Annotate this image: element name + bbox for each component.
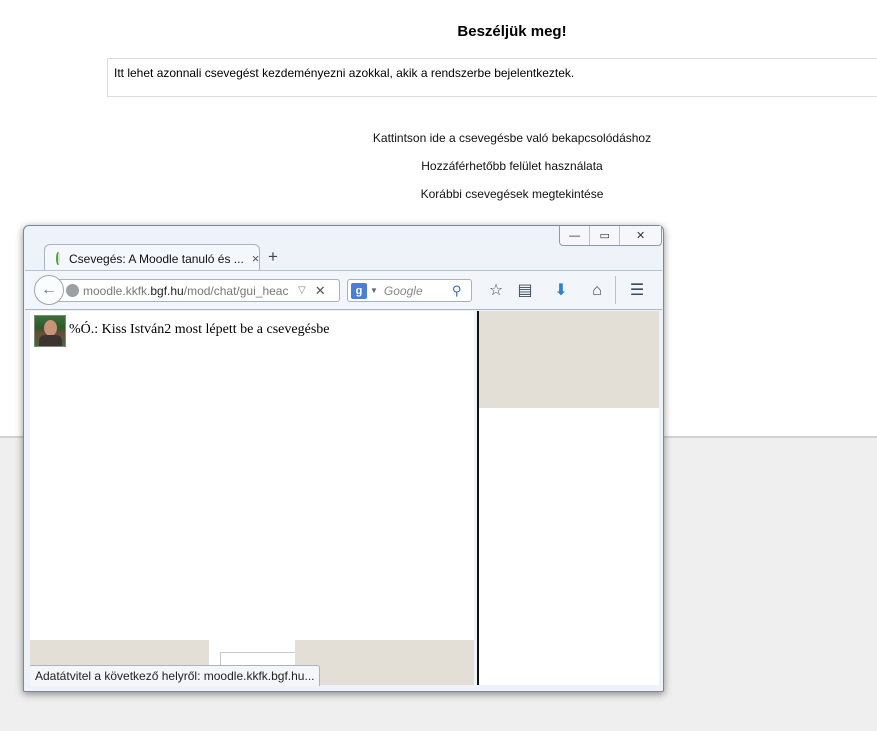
- url-bar[interactable]: moodle.kkfk.bgf.hu/mod/chat/gui_heac ▽ ✕: [58, 279, 340, 302]
- past-sessions-link[interactable]: Korábbi csevegések megtekintése: [290, 187, 734, 201]
- intro-text: Itt lehet azonnali csevegést kezdeményez…: [114, 66, 575, 80]
- browser-tab[interactable]: Csevegés: A Moodle tanuló és ... ×: [44, 244, 260, 272]
- engine-dropdown-icon[interactable]: ▼: [370, 286, 378, 295]
- maximize-button[interactable]: ▭: [590, 226, 621, 245]
- join-chat-link[interactable]: Kattintson ide a csevegésbe való bekapcs…: [290, 131, 734, 145]
- users-pane: [479, 311, 659, 685]
- loading-spinner-icon: [56, 252, 60, 265]
- back-arrow-icon: ←: [41, 281, 57, 298]
- hamburger-menu-icon[interactable]: ☰: [627, 281, 647, 301]
- minimize-button[interactable]: —: [560, 226, 591, 245]
- intro-box: Itt lehet azonnali csevegést kezdeményez…: [107, 58, 877, 97]
- back-button[interactable]: ←: [34, 275, 64, 305]
- status-bar: Adatátvitel a következő helyről: moodle.…: [30, 665, 321, 686]
- chat-messages-pane: %Ó.: Kiss István2 most lépett be a cseve…: [30, 311, 474, 685]
- chat-message: %Ó.: Kiss István2 most lépett be a cseve…: [69, 322, 330, 337]
- users-pane-header: [479, 311, 659, 408]
- search-icon[interactable]: ⚲: [452, 283, 462, 299]
- new-tab-button[interactable]: +: [264, 246, 282, 268]
- globe-icon: [66, 284, 79, 297]
- avatar-body: [39, 335, 62, 346]
- search-input[interactable]: Google: [384, 284, 452, 298]
- page-title: Beszéljük meg!: [457, 23, 567, 40]
- navigation-toolbar: moodle.kkfk.bgf.hu/mod/chat/gui_heac ▽ ✕…: [25, 270, 662, 310]
- toolbar-divider: [615, 276, 616, 304]
- home-icon[interactable]: ⌂: [587, 281, 607, 301]
- avatar-head: [44, 320, 57, 336]
- accessible-interface-link[interactable]: Hozzáférhetőbb felület használata: [290, 159, 734, 173]
- close-window-button[interactable]: ✕: [620, 226, 661, 245]
- download-arrow-icon[interactable]: ⬇: [551, 281, 571, 301]
- star-icon[interactable]: ☆: [486, 281, 506, 301]
- url-text: moodle.kkfk.bgf.hu/mod/chat/gui_heac: [83, 283, 289, 298]
- url-dropdown-icon[interactable]: ▽: [298, 285, 306, 296]
- chat-popup-window: — ▭ ✕ Csevegés: A Moodle tanuló és ... ×…: [23, 225, 664, 692]
- tab-close-icon[interactable]: ×: [252, 251, 260, 266]
- input-frame-right: [295, 640, 474, 685]
- google-engine-icon[interactable]: g: [351, 282, 367, 299]
- tab-title: Csevegés: A Moodle tanuló és ...: [69, 251, 244, 266]
- search-bar[interactable]: g ▼ Google ⚲: [347, 279, 472, 302]
- window-controls: — ▭ ✕: [559, 226, 662, 246]
- clipboard-icon[interactable]: ▤: [515, 281, 535, 301]
- stop-loading-icon[interactable]: ✕: [315, 283, 326, 299]
- avatar: [34, 315, 66, 347]
